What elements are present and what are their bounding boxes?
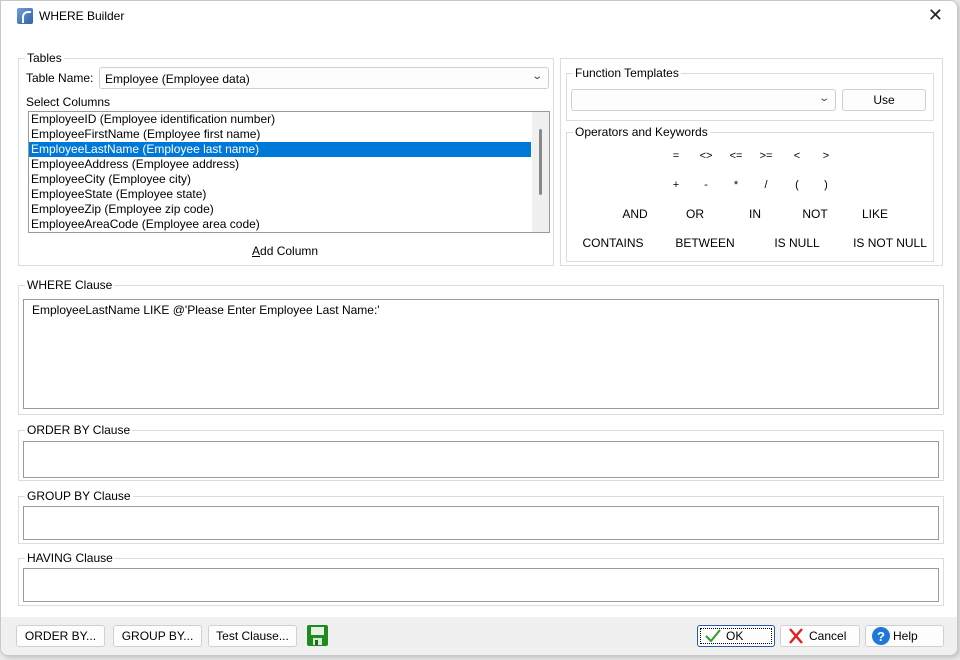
table-name-label: Table Name: — [26, 71, 94, 85]
test-clause-button[interactable]: Test Clause... — [208, 625, 297, 647]
order-by-button[interactable]: ORDER BY... — [16, 625, 105, 647]
operator-greater[interactable]: > — [818, 150, 834, 162]
where-builder-dialog: WHERE Builder ✕ Tables Table Name: Emplo… — [0, 0, 958, 656]
scrollbar-thumb[interactable] — [539, 129, 542, 195]
checkmark-icon — [705, 629, 721, 643]
operator-equals[interactable]: = — [668, 150, 684, 162]
column-item[interactable]: EmployeeZip (Employee zip code) — [29, 202, 549, 217]
keyword-between[interactable]: BETWEEN — [665, 236, 745, 250]
keyword-like[interactable]: LIKE — [845, 207, 905, 221]
table-name-value: Employee (Employee data) — [105, 72, 250, 86]
group-by-button[interactable]: GROUP BY... — [113, 625, 202, 647]
save-icon-label — [311, 627, 324, 635]
keyword-not[interactable]: NOT — [785, 207, 845, 221]
column-item[interactable]: EmployeeFirstName (Employee first name) — [29, 127, 549, 142]
operators-label: Operators and Keywords — [573, 125, 710, 139]
having-clause-input[interactable] — [23, 568, 939, 602]
where-clause-group: WHERE Clause EmployeeLastName LIKE @'Ple… — [18, 278, 944, 415]
tables-group-label: Tables — [25, 51, 64, 65]
function-templates-select[interactable]: ⌄ — [571, 89, 836, 111]
group-by-clause-input[interactable] — [23, 506, 939, 540]
column-item-selected[interactable]: EmployeeLastName (Employee last name) — [29, 142, 531, 157]
function-templates-group: Function Templates ⌄ Use — [566, 66, 934, 121]
add-column-accel: A — [252, 244, 261, 258]
having-clause-label: HAVING Clause — [25, 551, 115, 565]
operator-minus[interactable]: - — [698, 179, 714, 191]
help-button[interactable]: ? Help — [865, 625, 944, 647]
cancel-x-icon — [789, 628, 803, 644]
operator-close-paren[interactable]: ) — [818, 179, 834, 191]
operator-multiply[interactable]: * — [728, 179, 744, 191]
columns-listbox[interactable]: EmployeeID (Employee identification numb… — [28, 111, 550, 233]
order-by-clause-input[interactable] — [23, 441, 939, 478]
column-item[interactable]: EmployeeCity (Employee city) — [29, 172, 549, 187]
right-panel: Function Templates ⌄ Use Operators and K… — [560, 58, 943, 266]
having-clause-group: HAVING Clause — [18, 551, 944, 606]
chevron-down-icon: ⌄ — [817, 93, 830, 104]
ok-label: OK — [726, 629, 744, 643]
title-bar: WHERE Builder ✕ — [1, 1, 957, 33]
window-title: WHERE Builder — [39, 9, 125, 23]
dialog-body: Tables Table Name: Employee (Employee da… — [1, 33, 957, 617]
operator-not-equals[interactable]: <> — [695, 150, 717, 162]
keyword-and[interactable]: AND — [605, 207, 665, 221]
app-icon — [17, 8, 33, 24]
save-icon-shutter — [313, 638, 322, 645]
help-question-icon: ? — [872, 627, 890, 645]
add-column-label: dd Column — [260, 244, 319, 258]
table-name-select[interactable]: Employee (Employee data) ⌄ — [99, 67, 549, 89]
order-by-clause-group: ORDER BY Clause — [18, 423, 944, 481]
cancel-label: Cancel — [809, 629, 847, 643]
save-icon[interactable] — [307, 625, 328, 646]
order-by-clause-label: ORDER BY Clause — [25, 423, 133, 437]
keyword-is-null[interactable]: IS NULL — [757, 236, 837, 250]
tables-group: Tables Table Name: Employee (Employee da… — [18, 51, 554, 266]
where-clause-label: WHERE Clause — [25, 278, 115, 292]
keyword-contains[interactable]: CONTAINS — [573, 236, 653, 250]
help-label: Help — [893, 629, 918, 643]
cancel-button[interactable]: Cancel — [780, 625, 860, 647]
function-templates-label: Function Templates — [573, 66, 681, 80]
svg-text:?: ? — [877, 629, 885, 644]
dialog-footer: ORDER BY... GROUP BY... Test Clause... O… — [1, 617, 957, 655]
column-item[interactable]: EmployeeAreaCode (Employee area code) — [29, 217, 549, 232]
select-columns-label: Select Columns — [26, 95, 111, 109]
columns-scrollbar[interactable] — [532, 112, 549, 232]
operator-open-paren[interactable]: ( — [789, 179, 805, 191]
ok-button[interactable]: OK — [697, 625, 775, 647]
operator-less-equal[interactable]: <= — [725, 150, 747, 162]
column-item[interactable]: EmployeeID (Employee identification numb… — [29, 112, 549, 127]
add-column-button[interactable]: Add Column — [252, 244, 318, 258]
group-by-clause-label: GROUP BY Clause — [25, 489, 133, 503]
operator-less[interactable]: < — [789, 150, 805, 162]
column-item[interactable]: EmployeeAddress (Employee address) — [29, 157, 549, 172]
keyword-in[interactable]: IN — [725, 207, 785, 221]
where-clause-input[interactable]: EmployeeLastName LIKE @'Please Enter Emp… — [23, 299, 939, 409]
operators-group: Operators and Keywords = <> <= >= < > + … — [566, 125, 934, 262]
keyword-or[interactable]: OR — [665, 207, 725, 221]
operator-plus[interactable]: + — [668, 179, 684, 191]
operator-greater-equal[interactable]: >= — [755, 150, 777, 162]
use-button[interactable]: Use — [842, 89, 926, 111]
operator-divide[interactable]: / — [758, 179, 774, 191]
chevron-down-icon: ⌄ — [530, 71, 543, 82]
column-item[interactable]: EmployeeState (Employee state) — [29, 187, 549, 202]
group-by-clause-group: GROUP BY Clause — [18, 489, 944, 544]
keyword-is-not-null[interactable]: IS NOT NULL — [847, 236, 933, 250]
close-icon[interactable]: ✕ — [928, 6, 943, 24]
